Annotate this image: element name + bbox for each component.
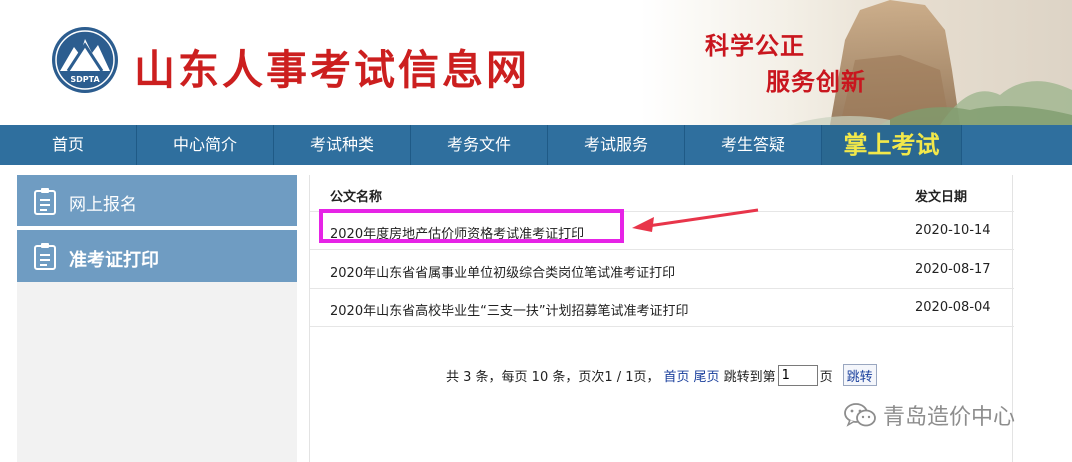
pagination: 共 3 条，每页 10 条，页次1 / 1页， 首页 尾页 跳转到第 页 跳转: [446, 364, 877, 386]
slogan-line-1: 科学公正: [705, 31, 805, 60]
document-link[interactable]: 2020年山东省高校毕业生“三支一扶”计划招募笔试准考证打印: [330, 300, 689, 319]
nav-mobile-exam[interactable]: 掌上考试: [822, 125, 962, 165]
sdpta-logo[interactable]: SDPTA: [50, 25, 120, 95]
nav-exam-documents[interactable]: 考务文件: [411, 125, 548, 165]
sidebar-item-label: 网上报名: [69, 195, 137, 215]
nav-about[interactable]: 中心简介: [137, 125, 274, 165]
column-header-name: 公文名称: [330, 190, 383, 205]
wechat-icon: [844, 403, 876, 427]
table-row: 2020年山东省高校毕业生“三支一扶”计划招募笔试准考证打印 2020-08-0…: [310, 289, 1014, 327]
last-page-link[interactable]: 尾页: [694, 366, 720, 385]
nav-home[interactable]: 首页: [0, 125, 137, 165]
sidebar-item-admission-ticket-print[interactable]: 准考证打印: [17, 230, 297, 282]
watermark: 青岛造价中心: [843, 400, 1015, 430]
watermark-text: 青岛造价中心: [883, 405, 1016, 430]
nav-exam-services[interactable]: 考试服务: [548, 125, 685, 165]
document-date: 2020-08-04: [915, 300, 991, 315]
site-header: SDPTA 山东人事考试信息网 科学公正 服务创新: [0, 0, 1072, 125]
site-title: 山东人事考试信息网: [134, 46, 530, 94]
logo-text: SDPTA: [70, 75, 100, 84]
column-header-date: 发文日期: [915, 190, 968, 205]
nav-spacer: [962, 125, 1072, 165]
sidebar-panel: [17, 282, 297, 462]
clipboard-icon: [34, 188, 56, 215]
nav-faq[interactable]: 考生答疑: [685, 125, 822, 165]
table-row: 2020年山东省省属事业单位初级综合类岗位笔试准考证打印 2020-08-17: [310, 251, 1014, 289]
sidebar-item-label: 准考证打印: [69, 250, 159, 271]
page-number-input[interactable]: [777, 364, 818, 386]
main-nav: 首页 中心简介 考试种类 考务文件 考试服务 考生答疑 掌上考试: [0, 125, 1072, 165]
nav-exam-types[interactable]: 考试种类: [274, 125, 411, 165]
table-header: 公文名称 发文日期: [310, 175, 1014, 212]
clipboard-icon: [34, 243, 56, 270]
pagination-summary: 共 3 条，每页 10 条，页次1 / 1页，: [446, 369, 660, 385]
first-page-link[interactable]: 首页: [664, 366, 690, 385]
arrow-annotation-icon: [632, 208, 759, 232]
highlight-annotation-box: [319, 209, 624, 243]
jump-to-label: 跳转到第: [723, 369, 776, 385]
document-link[interactable]: 2020年山东省省属事业单位初级综合类岗位笔试准考证打印: [330, 262, 675, 281]
slogan-line-2: 服务创新: [766, 67, 866, 96]
document-date: 2020-08-17: [915, 262, 991, 277]
jump-button[interactable]: 跳转: [842, 364, 877, 386]
document-date: 2020-10-14: [915, 223, 991, 238]
sidebar-item-online-registration[interactable]: 网上报名: [17, 175, 297, 226]
page-suffix-label: 页: [819, 369, 833, 385]
